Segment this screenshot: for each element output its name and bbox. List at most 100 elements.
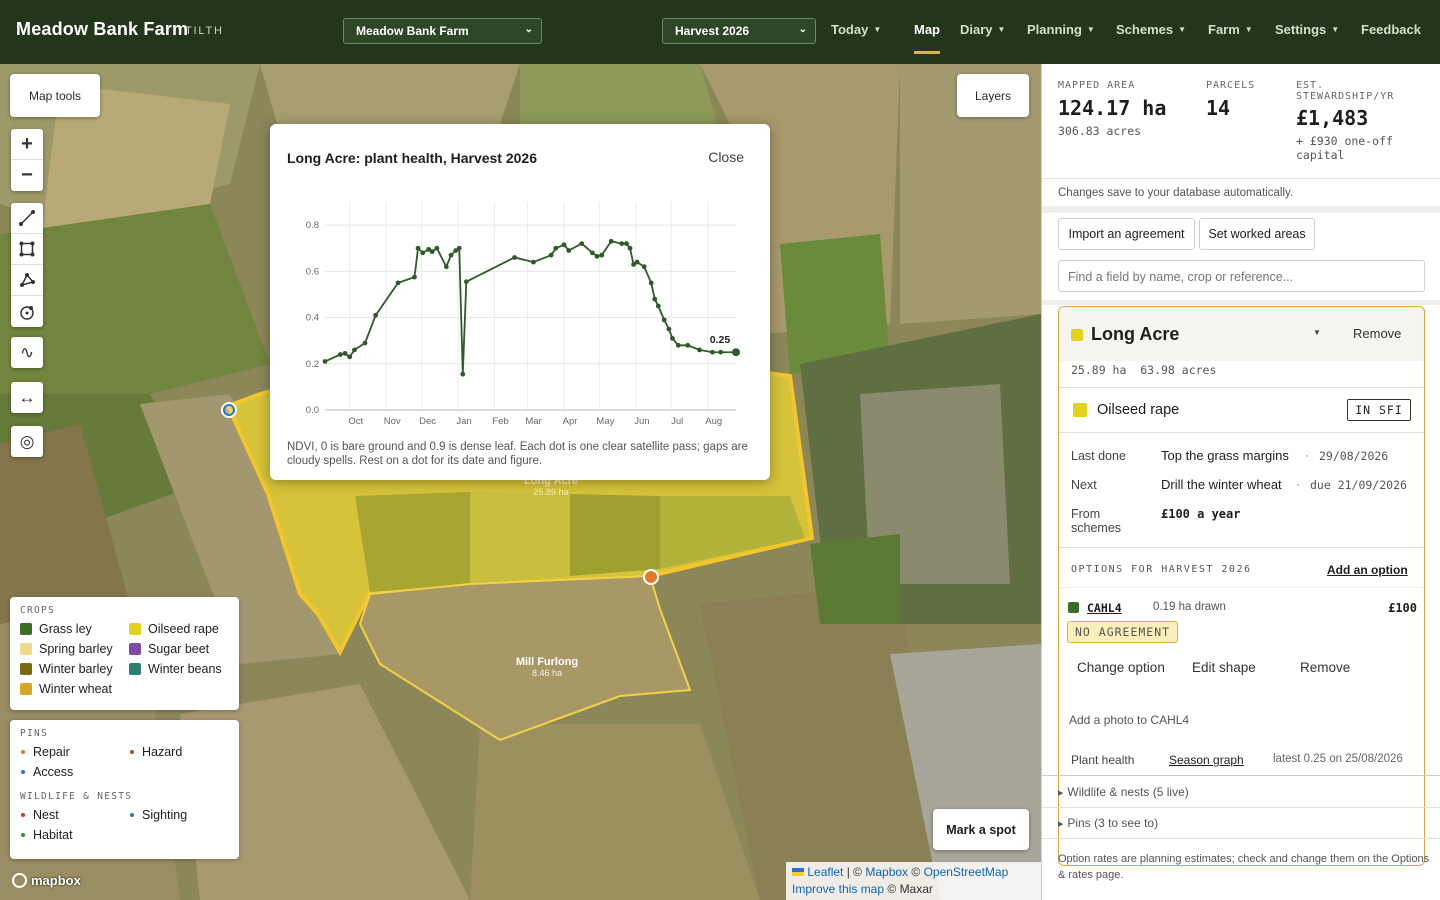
- legend-label: Repair: [33, 745, 70, 759]
- caret-down-icon: ▼: [1086, 25, 1095, 34]
- freehand-button[interactable]: ∿: [11, 337, 43, 368]
- last-done-task: Top the grass margins: [1161, 448, 1289, 463]
- ndvi-data-point: [634, 259, 640, 265]
- plus-icon: +: [21, 132, 33, 155]
- ndvi-data-point: [670, 335, 675, 341]
- field-remove-button[interactable]: Remove: [1353, 326, 1401, 341]
- nav-schemes-label: Schemes: [1116, 22, 1174, 37]
- legend-label: Winter wheat: [39, 682, 112, 696]
- polygon-icon: [20, 273, 35, 287]
- divider: [1042, 838, 1440, 839]
- chevron-down-icon: ⌄: [798, 24, 807, 35]
- pins-accordion[interactable]: ▶ Pins (3 to see to): [1058, 816, 1158, 830]
- layers-button[interactable]: Layers: [957, 74, 1029, 117]
- mapbox-link[interactable]: Mapbox: [865, 865, 908, 879]
- nav-planning[interactable]: Planning ▼: [1027, 22, 1095, 37]
- ndvi-data-point: [710, 349, 715, 355]
- change-option-button[interactable]: Change option: [1077, 660, 1165, 675]
- ndvi-chart[interactable]: 0.0 0.2 0.4 0.6 0.8 Oct Nov Dec Jan Feb Mar Apr May J…: [270, 124, 770, 434]
- option-remove-button[interactable]: Remove: [1300, 660, 1350, 675]
- farm-select[interactable]: Meadow Bank Farm ⌄: [343, 18, 542, 44]
- caret-down-icon: ▼: [1331, 25, 1340, 34]
- nav-map-label: Map: [914, 22, 940, 37]
- mark-spot-label: Mark a spot: [946, 822, 1016, 837]
- mapbox-logo[interactable]: mapbox: [12, 873, 81, 888]
- season-graph-link[interactable]: Season graph: [1169, 753, 1244, 767]
- crop-name: Oilseed rape: [1097, 402, 1180, 418]
- legend-label: Nest: [33, 808, 59, 822]
- draw-polygon-button[interactable]: [11, 265, 43, 296]
- locate-button[interactable]: ◎: [11, 426, 43, 457]
- import-agreement-button[interactable]: Import an agreement: [1058, 218, 1195, 250]
- parcels-value: 14: [1206, 96, 1231, 120]
- zoom-in-button[interactable]: +: [11, 129, 43, 160]
- x-tick-label: Jan: [456, 416, 471, 427]
- last-done-label: Last done: [1071, 449, 1126, 463]
- caret-down-icon: ▼: [873, 25, 882, 34]
- wildlife-accordion-label: Wildlife & nests (5 live): [1067, 785, 1189, 799]
- set-worked-areas-button[interactable]: Set worked areas: [1199, 218, 1315, 250]
- draw-line-button[interactable]: [11, 203, 43, 234]
- nav-farm[interactable]: Farm ▼: [1208, 22, 1253, 37]
- app-title[interactable]: Meadow Bank Farm: [16, 19, 188, 40]
- legend-item: Access: [20, 765, 129, 779]
- popup-caption: NDVI, 0 is bare ground and 0.9 is dense …: [287, 441, 748, 467]
- layers-label: Layers: [974, 88, 1012, 103]
- x-tick-label: Apr: [563, 416, 578, 427]
- ndvi-data-point: [512, 255, 518, 260]
- field-search-input[interactable]: Find a field by name, crop or reference.…: [1058, 260, 1425, 292]
- y-tick-label: 0.0: [306, 405, 319, 416]
- ndvi-data-point: [624, 241, 629, 246]
- nav-settings[interactable]: Settings ▼: [1275, 22, 1339, 37]
- option-code-link[interactable]: CAHL4: [1087, 601, 1122, 615]
- harvest-select[interactable]: Harvest 2026 ⌄: [662, 18, 816, 44]
- nav-today-label: Today: [831, 22, 869, 37]
- nav-schemes[interactable]: Schemes ▼: [1116, 22, 1186, 37]
- nav-feedback[interactable]: Feedback: [1361, 22, 1421, 37]
- stewardship-label: EST. STEWARDSHIP/YR: [1296, 80, 1395, 102]
- draw-circle-button[interactable]: [11, 296, 43, 327]
- polyline-icon: [19, 210, 35, 226]
- x-tick-label: Jun: [634, 416, 649, 427]
- pin-dot-icon: [21, 833, 25, 837]
- from-schemes-label: From schemes: [1071, 507, 1122, 535]
- measure-arrows-icon: ↔: [18, 387, 36, 407]
- zoom-out-button[interactable]: −: [11, 160, 43, 191]
- legend-label: Hazard: [142, 745, 183, 759]
- draw-rectangle-button[interactable]: [11, 234, 43, 265]
- nav-today[interactable]: Today ▼: [831, 22, 881, 37]
- mapped-acres-value: 306.83 acres: [1058, 124, 1142, 138]
- ndvi-data-point: [641, 264, 647, 270]
- ndvi-data-point: [652, 296, 658, 302]
- edit-shape-button[interactable]: Edit shape: [1192, 660, 1256, 675]
- ndvi-data-point: [456, 245, 462, 251]
- improve-map-link[interactable]: Improve this map: [792, 882, 884, 896]
- wildlife-legend-title: WILDLIFE & NESTS: [20, 791, 133, 802]
- ndvi-data-point: [429, 249, 435, 255]
- add-option-link[interactable]: Add an option: [1327, 563, 1408, 577]
- minus-icon: −: [21, 164, 33, 186]
- y-tick-label: 0.2: [306, 359, 319, 370]
- zoom-control: + −: [11, 129, 43, 191]
- measure-button[interactable]: ↔: [11, 382, 43, 413]
- nav-diary-label: Diary: [960, 22, 993, 37]
- map-tools-label: Map tools: [28, 88, 82, 103]
- osm-link[interactable]: OpenStreetMap: [924, 865, 1009, 879]
- autosave-note: Changes save to your database automatica…: [1058, 187, 1294, 199]
- x-tick-label: Jul: [671, 416, 683, 427]
- nav-diary[interactable]: Diary ▼: [960, 22, 1005, 37]
- mark-spot-button[interactable]: Mark a spot: [933, 809, 1029, 850]
- add-photo-button[interactable]: Add a photo to CAHL4: [1069, 713, 1189, 727]
- ndvi-data-point: [443, 264, 449, 270]
- caret-down-icon: ▼: [997, 25, 1006, 34]
- nav-settings-label: Settings: [1275, 22, 1327, 37]
- x-tick-label: Dec: [419, 416, 436, 427]
- caret-down-icon[interactable]: ▼: [1313, 328, 1321, 337]
- nav-map[interactable]: Map: [914, 22, 940, 54]
- farm-select-value: Meadow Bank Farm: [356, 24, 469, 38]
- leaflet-link[interactable]: Leaflet: [807, 865, 843, 879]
- wildlife-accordion[interactable]: ▶ Wildlife & nests (5 live): [1058, 785, 1189, 799]
- map-tools-button[interactable]: Map tools: [10, 74, 100, 117]
- stewardship-value: £1,483: [1296, 106, 1369, 130]
- x-tick-label: Aug: [705, 416, 722, 427]
